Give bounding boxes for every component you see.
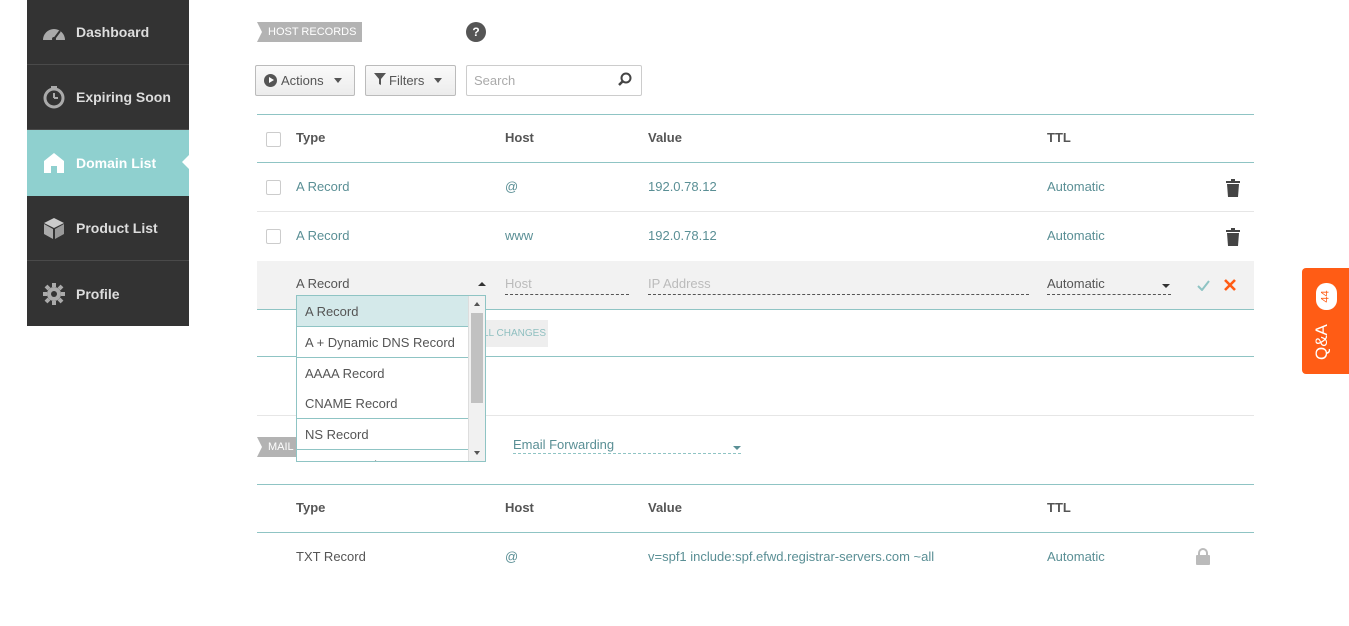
sidebar-item-label: Domain List xyxy=(76,155,157,171)
chevron-down-icon xyxy=(434,78,443,83)
qa-count: 44 xyxy=(1320,290,1332,303)
sidebar: Dashboard Expiring Soon Domain List Prod… xyxy=(27,0,190,326)
scrollbar-thumb[interactable] xyxy=(471,313,483,403)
record-value[interactable]: 192.0.78.12 xyxy=(648,228,717,243)
sidebar-item-expiring-soon[interactable]: Expiring Soon xyxy=(27,65,189,130)
cancel-close-icon[interactable] xyxy=(1224,279,1236,294)
host-records-title: HOST RECORDS xyxy=(257,22,363,42)
sidebar-item-label: Dashboard xyxy=(76,24,150,40)
host-input[interactable]: Host xyxy=(505,276,629,295)
filter-icon xyxy=(374,73,386,88)
dropdown-scrollbar[interactable] xyxy=(468,296,485,461)
filters-label: Filters xyxy=(389,73,425,88)
trash-icon[interactable] xyxy=(1225,228,1241,246)
sidebar-item-domain-list[interactable]: Domain List xyxy=(27,130,190,196)
divider xyxy=(257,162,1254,163)
select-all-checkbox[interactable] xyxy=(266,132,281,147)
divider xyxy=(257,532,1254,533)
dropdown-option[interactable]: AAAA Record xyxy=(297,358,469,389)
record-value[interactable]: 192.0.78.12 xyxy=(648,179,717,194)
actions-label: Actions xyxy=(281,73,324,88)
dropdown-option[interactable]: A + Dynamic DNS Record xyxy=(297,327,469,358)
chevron-down-icon xyxy=(1162,284,1170,288)
record-ttl[interactable]: Automatic xyxy=(1047,179,1105,194)
row-checkbox[interactable] xyxy=(266,229,281,244)
qa-feedback-tab[interactable]: 44 Q&A xyxy=(1302,268,1349,374)
filters-button[interactable]: Filters xyxy=(365,65,456,96)
record-type-select[interactable]: A Record xyxy=(296,276,486,295)
column-header-host: Host xyxy=(505,130,534,145)
chevron-up-icon xyxy=(478,282,486,286)
column-header-host: Host xyxy=(505,500,534,515)
record-host[interactable]: @ xyxy=(505,179,518,194)
sidebar-item-label: Profile xyxy=(76,285,120,302)
mail-settings-select[interactable]: Email Forwarding xyxy=(513,437,741,454)
record-type-select-value: A Record xyxy=(296,276,350,291)
sidebar-item-product-list[interactable]: Product List xyxy=(27,196,189,261)
sidebar-item-label: Product List xyxy=(76,220,158,236)
mail-settings-value: Email Forwarding xyxy=(513,437,615,452)
search-icon[interactable] xyxy=(618,72,632,89)
qa-count-badge: 44 xyxy=(1316,283,1337,310)
mail-section-title: MAIL xyxy=(257,437,300,457)
column-header-value: Value xyxy=(648,130,682,145)
save-check-icon[interactable] xyxy=(1197,279,1210,294)
record-type[interactable]: A Record xyxy=(296,228,349,243)
chevron-down-icon xyxy=(733,446,741,450)
scroll-down-arrow-icon[interactable] xyxy=(474,451,480,455)
column-header-value: Value xyxy=(648,500,682,515)
record-type-dropdown[interactable]: A Record A + Dynamic DNS Record AAAA Rec… xyxy=(296,295,486,462)
divider xyxy=(257,211,1254,212)
ip-address-placeholder: IP Address xyxy=(648,276,711,291)
column-header-type: Type xyxy=(296,500,326,515)
sidebar-item-label: Expiring Soon xyxy=(76,89,171,105)
home-icon xyxy=(41,150,67,176)
ip-address-input[interactable]: IP Address xyxy=(648,276,1029,295)
qa-label: Q&A xyxy=(1312,324,1331,360)
search-input[interactable]: Search xyxy=(466,65,642,96)
dropdown-option[interactable]: NS Record xyxy=(297,419,469,450)
lock-icon xyxy=(1196,548,1210,565)
ttl-select-value: Automatic xyxy=(1047,276,1105,291)
divider xyxy=(257,484,1254,485)
sidebar-item-profile[interactable]: Profile xyxy=(27,261,189,326)
row-checkbox[interactable] xyxy=(266,180,281,195)
divider xyxy=(257,114,1254,115)
record-type: TXT Record xyxy=(296,549,366,564)
stopwatch-icon xyxy=(41,84,67,110)
record-type[interactable]: A Record xyxy=(296,179,349,194)
dropdown-option[interactable]: A Record xyxy=(297,296,469,327)
actions-button[interactable]: Actions xyxy=(255,65,355,96)
host-input-placeholder: Host xyxy=(505,276,532,291)
column-header-type: Type xyxy=(296,130,326,145)
scroll-up-arrow-icon[interactable] xyxy=(474,302,480,306)
record-value: v=spf1 include:spf.efwd.registrar-server… xyxy=(648,549,935,564)
sidebar-item-dashboard[interactable]: Dashboard xyxy=(27,0,189,65)
record-ttl[interactable]: Automatic xyxy=(1047,228,1105,243)
record-ttl: Automatic xyxy=(1047,549,1105,564)
search-placeholder: Search xyxy=(474,73,516,88)
gear-icon xyxy=(41,281,67,307)
column-header-ttl: TTL xyxy=(1047,130,1071,145)
chevron-down-icon xyxy=(333,78,342,83)
trash-icon[interactable] xyxy=(1225,179,1241,197)
page: Dashboard Expiring Soon Domain List Prod… xyxy=(0,0,1349,626)
box-icon xyxy=(41,215,67,241)
record-host: @ xyxy=(505,549,519,564)
dashboard-gauge-icon xyxy=(41,19,67,45)
record-host[interactable]: www xyxy=(505,228,533,243)
dropdown-option[interactable]: SRV Record xyxy=(297,450,469,461)
play-circle-icon xyxy=(264,74,277,87)
column-header-ttl: TTL xyxy=(1047,500,1071,515)
dropdown-option[interactable]: CNAME Record xyxy=(297,388,469,419)
ttl-select[interactable]: Automatic xyxy=(1047,276,1171,295)
help-icon[interactable]: ? xyxy=(466,22,486,42)
